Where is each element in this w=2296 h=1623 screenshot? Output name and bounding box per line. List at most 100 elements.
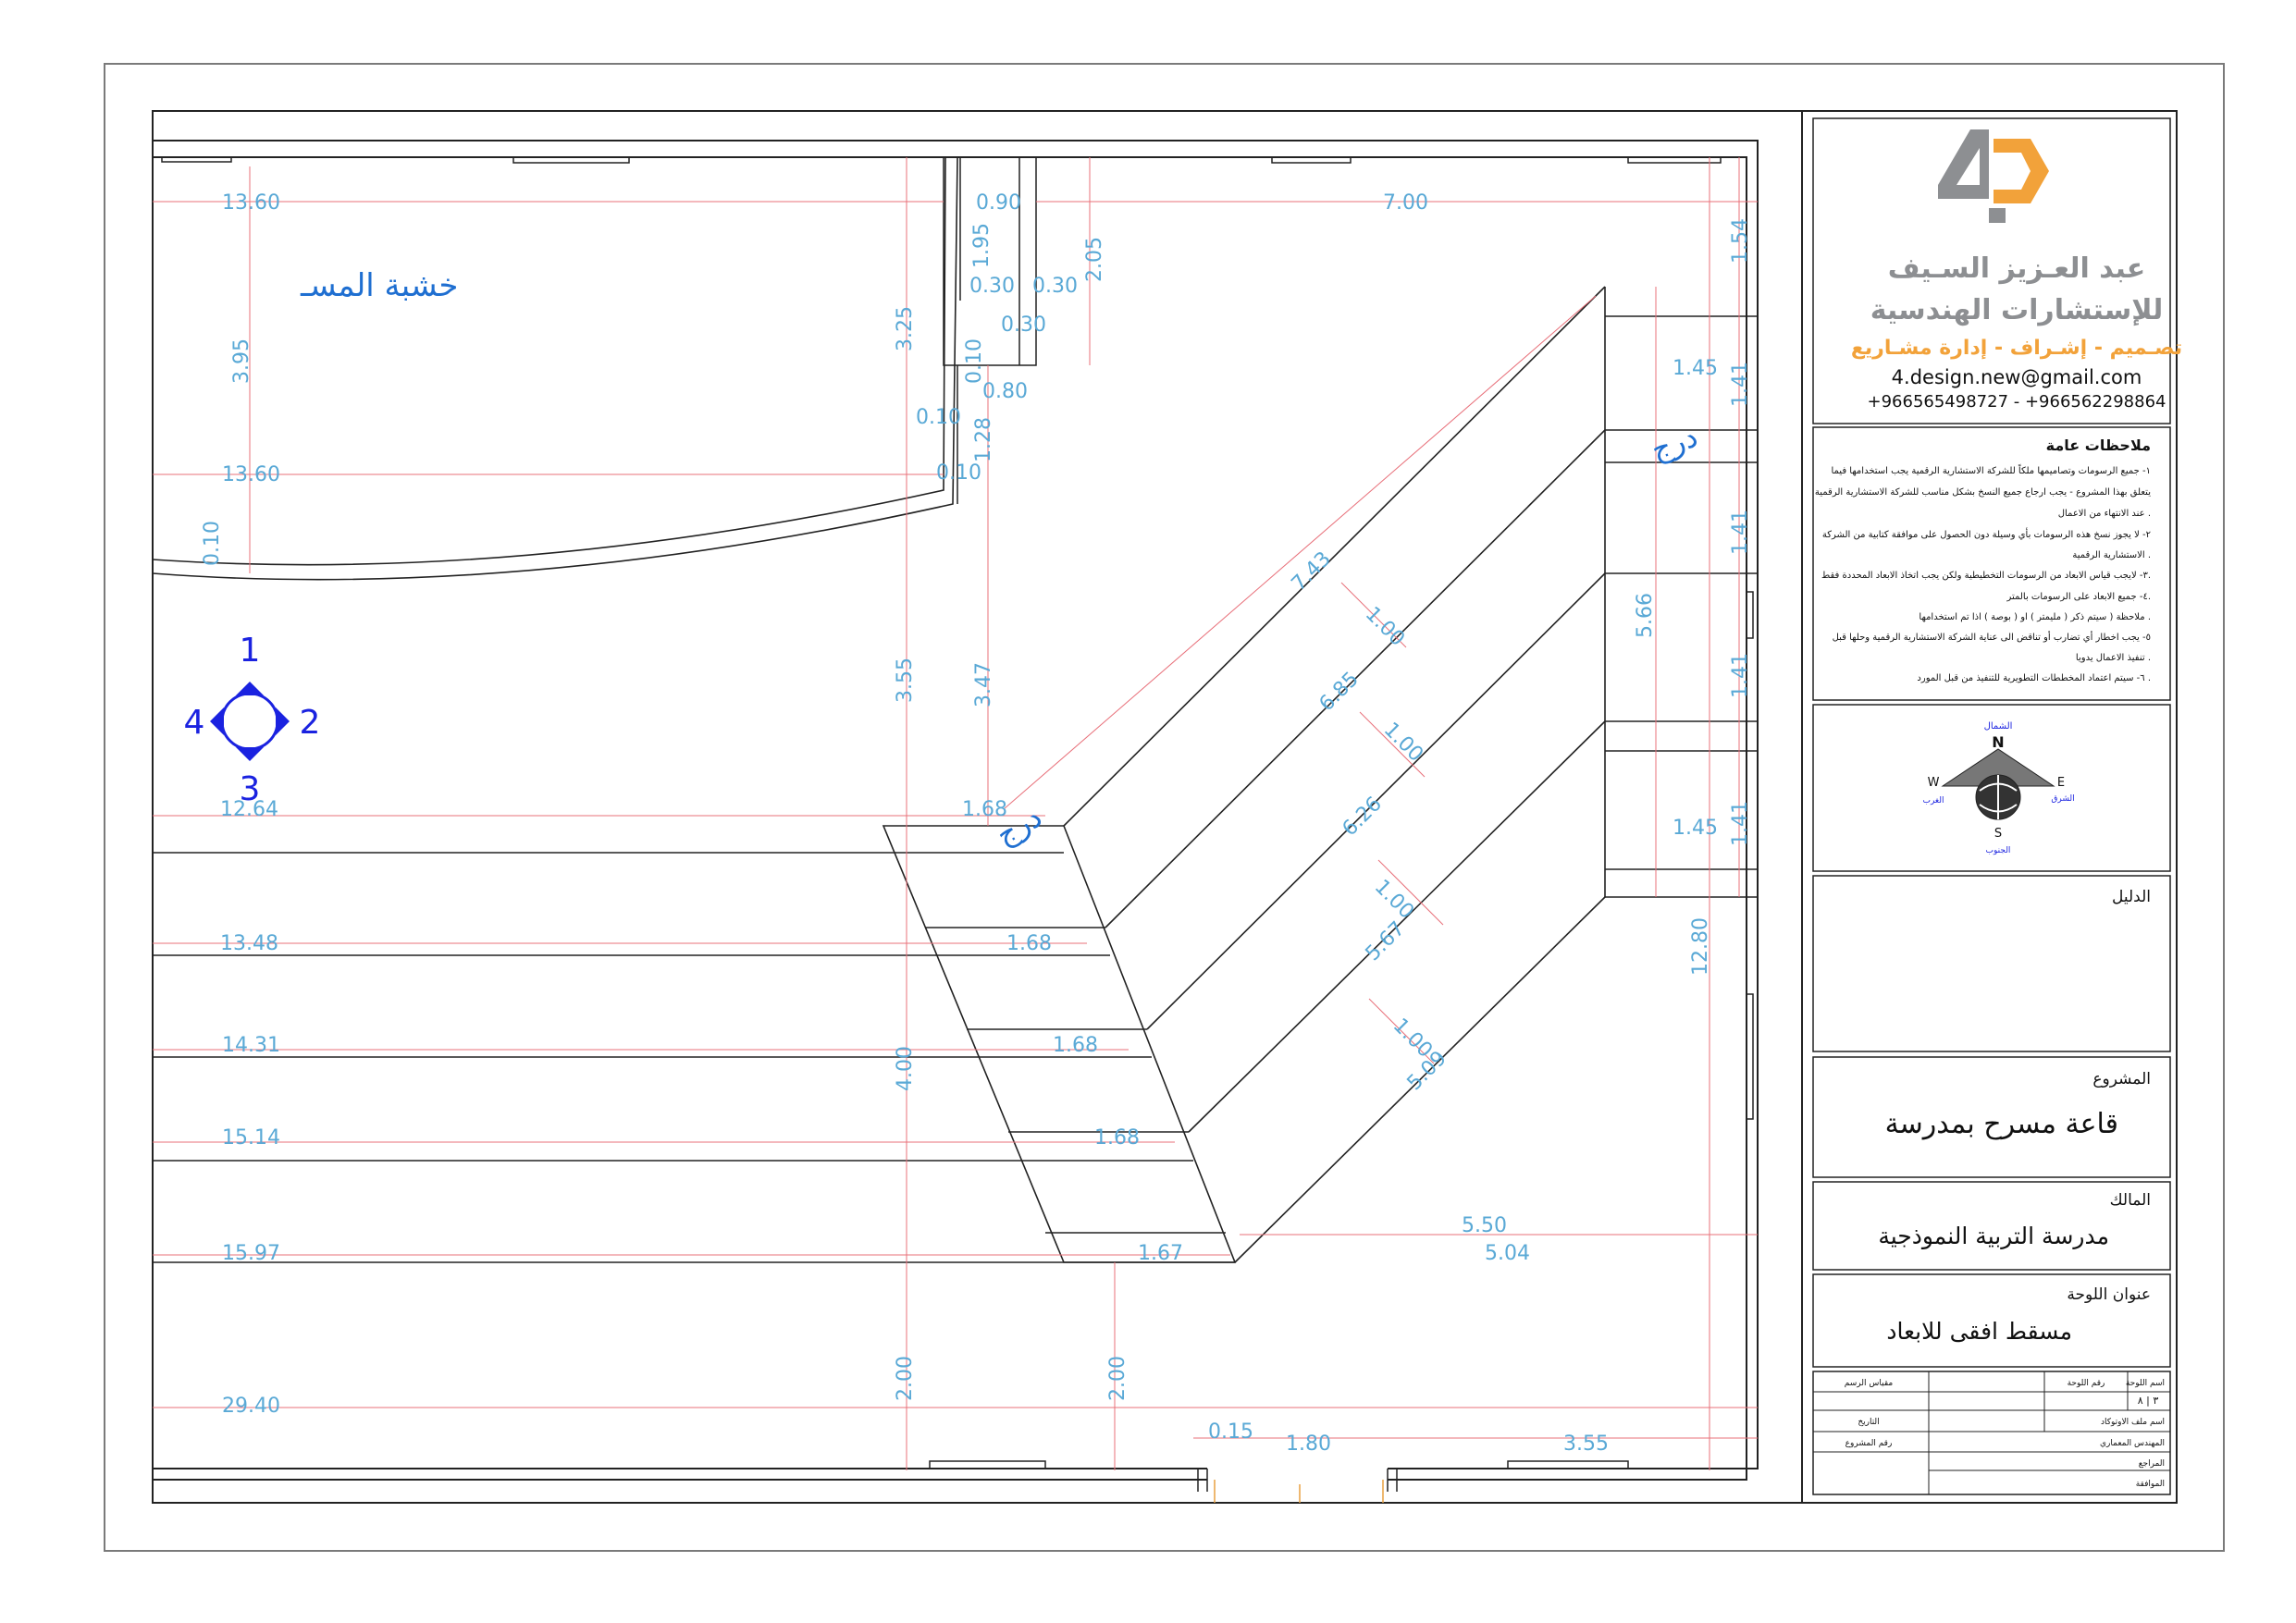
architect-label: المهندس المعماري (2100, 1439, 2165, 1448)
owner-name: مدرسة التربية النموذجية (1878, 1223, 2109, 1249)
dim-text: 3.55 (1563, 1432, 1609, 1456)
designer-label: اسم ملف الاوتوكاد (2101, 1418, 2165, 1427)
review-label: المراجع (2139, 1459, 2165, 1469)
dim-text: 3.55 (894, 658, 917, 703)
compass-south: S (1994, 827, 2002, 841)
dim-text: 7.00 (1383, 191, 1428, 215)
dim-text: 2.00 (1106, 1356, 1129, 1401)
note-line: ٥- يجب اخطار أي تضارب أو تناقض الى عناية… (1833, 631, 2151, 643)
dim-text: 29.40 (222, 1395, 280, 1418)
owner-label: المالك (2110, 1191, 2151, 1210)
dim-text: 13.60 (222, 191, 280, 215)
dim-text: 1.68 (1053, 1034, 1098, 1057)
note-line: الاستشارية الرقمية . (2072, 550, 2151, 560)
dim-text: 5.67 (1362, 917, 1410, 965)
elevation-marker: 1 2 3 4 (184, 632, 321, 808)
dim-text: 1.80 (1286, 1432, 1331, 1456)
dim-text: 0.15 (1208, 1420, 1253, 1444)
company-phones: +966565498727 - +966562298864 (1868, 392, 2166, 412)
drawing-sheet: 13.60 0.90 7.00 1.54 1.95 0.30 0.30 2.05… (104, 63, 2225, 1552)
dim-text: 3.95 (230, 338, 253, 384)
dim-text: 1.41 (1729, 653, 1752, 698)
sheet-title-label: عنوان اللوحة (2067, 1285, 2151, 1304)
dim-text: 6.26 (1339, 793, 1387, 841)
dim-text: 1.45 (1673, 817, 1718, 840)
note-line: ١- جميع الرسومات وتصاميمها ملكاً للشركة … (1831, 463, 2151, 476)
company-email: 4.design.new@gmail.com (1892, 366, 2142, 388)
company-services: تصـميم - إشـراف - إدارة مشـاريع (1851, 337, 2182, 360)
dim-text: 0.10 (201, 521, 224, 566)
dim-text: 1.41 (1729, 801, 1752, 846)
sheet-info-grid (1813, 1371, 2170, 1494)
dim-text: 1.41 (1729, 510, 1752, 555)
sheet-name-label: اسم اللوحة (2126, 1379, 2165, 1388)
dim-text: 3.47 (972, 662, 995, 707)
note-line: يتعلق بهذا المشروع - يجب ارجاع جميع النس… (1815, 487, 2151, 498)
note-line: ٣- لايجب قياس الابعاد من الرسومات التخطي… (1821, 571, 2151, 581)
floor-plan (152, 140, 1759, 1503)
note-line: عند الانتهاء من الاعمال . (2058, 509, 2151, 519)
dim-text: 0.30 (969, 275, 1015, 298)
dim-text: 4.00 (894, 1046, 917, 1091)
project-no-label: رقم المشروع (1845, 1439, 1893, 1448)
dimension-labels: 13.60 0.90 7.00 1.54 1.95 0.30 0.30 2.05… (201, 191, 1752, 1456)
compass-east: E (2057, 776, 2065, 790)
dim-text: 6.85 (1315, 668, 1364, 716)
elevation-1: 1 (240, 632, 261, 670)
dim-text: 1.00 (1361, 603, 1409, 651)
project-name: قاعة مسرح بمدرسة (1885, 1108, 2118, 1140)
dim-text: 1.00 (1370, 876, 1418, 924)
company-name: عبد العـزيز السـيف (1888, 252, 2146, 285)
dim-text: 3.25 (894, 306, 917, 351)
dim-text: 1.68 (1006, 932, 1052, 955)
dim-text: 0.90 (976, 191, 1021, 215)
dim-text: 0.30 (1032, 275, 1078, 298)
company-logo (1938, 129, 2049, 223)
dim-text: 1.45 (1673, 357, 1718, 380)
dim-text: 2.05 (1083, 237, 1106, 282)
dim-text: 15.14 (222, 1126, 280, 1150)
dim-text: 14.31 (222, 1034, 280, 1057)
compass-west-ar: الغرب (1922, 796, 1944, 805)
dim-text: 5.09 (1403, 1047, 1451, 1095)
compass-north: N (1992, 733, 2004, 751)
dim-text: 1.28 (972, 417, 995, 462)
dim-text: 0.10 (963, 338, 986, 384)
stage-label: خشبة المسـ (300, 267, 458, 304)
dim-text: 0.80 (982, 380, 1028, 403)
notes-title: ملاحظات عامة (2046, 436, 2151, 454)
dim-text: 5.66 (1634, 593, 1657, 638)
compass-west: W (1928, 776, 1940, 790)
approval-label: الموافقة (2136, 1480, 2165, 1489)
sheet-code: ٣ | ٨ (2138, 1395, 2159, 1407)
dim-text: 5.50 (1462, 1214, 1507, 1237)
note-line: ٢- لا يجوز نسخ هذه الرسومات بأي وسيلة دو… (1822, 527, 2151, 540)
sheet-title: مسقط افقى للابعاد (1886, 1318, 2072, 1345)
dim-text: 1.41 (1729, 362, 1752, 407)
note-line: ملاحظة ( سيتم ذكر ( مليمتر ) او ( بوصة )… (1919, 612, 2151, 622)
dim-text: 1.95 (970, 223, 994, 268)
elevation-2: 2 (300, 704, 321, 742)
dim-text: 12.80 (1689, 917, 1712, 976)
legend-label: الدليل (2112, 888, 2151, 906)
dim-text: 1.68 (1094, 1126, 1140, 1150)
dim-text: 1.54 (1729, 218, 1752, 264)
note-line: تنفيذ الاعمال يدويا . (2076, 653, 2151, 663)
note-line: ٦- سيتم اعتماد المخططات التطويرية للتنفي… (1917, 673, 2151, 683)
dim-text: 13.48 (220, 932, 278, 955)
project-label: المشروع (2092, 1070, 2151, 1088)
dim-text: 2.00 (894, 1356, 917, 1401)
dim-text: 0.10 (916, 406, 961, 429)
stairs-label-right: درج (1647, 419, 1702, 468)
compass-north-ar: الشمال (1984, 721, 2013, 732)
dim-text: 1.67 (1138, 1242, 1183, 1265)
dim-text: 7.43 (1288, 547, 1336, 596)
dim-text: 0.10 (936, 461, 981, 485)
elevation-4: 4 (184, 704, 205, 742)
dim-text: 15.97 (222, 1242, 280, 1265)
scale-label: مقياس الرسم (1845, 1379, 1894, 1388)
compass-east-ar: الشرق (2051, 794, 2074, 804)
compass-south-ar: الجنوب (1986, 846, 2011, 855)
dim-text: 5.04 (1485, 1242, 1530, 1265)
company-subtitle: للإستشارات الهندسية (1870, 294, 2164, 326)
